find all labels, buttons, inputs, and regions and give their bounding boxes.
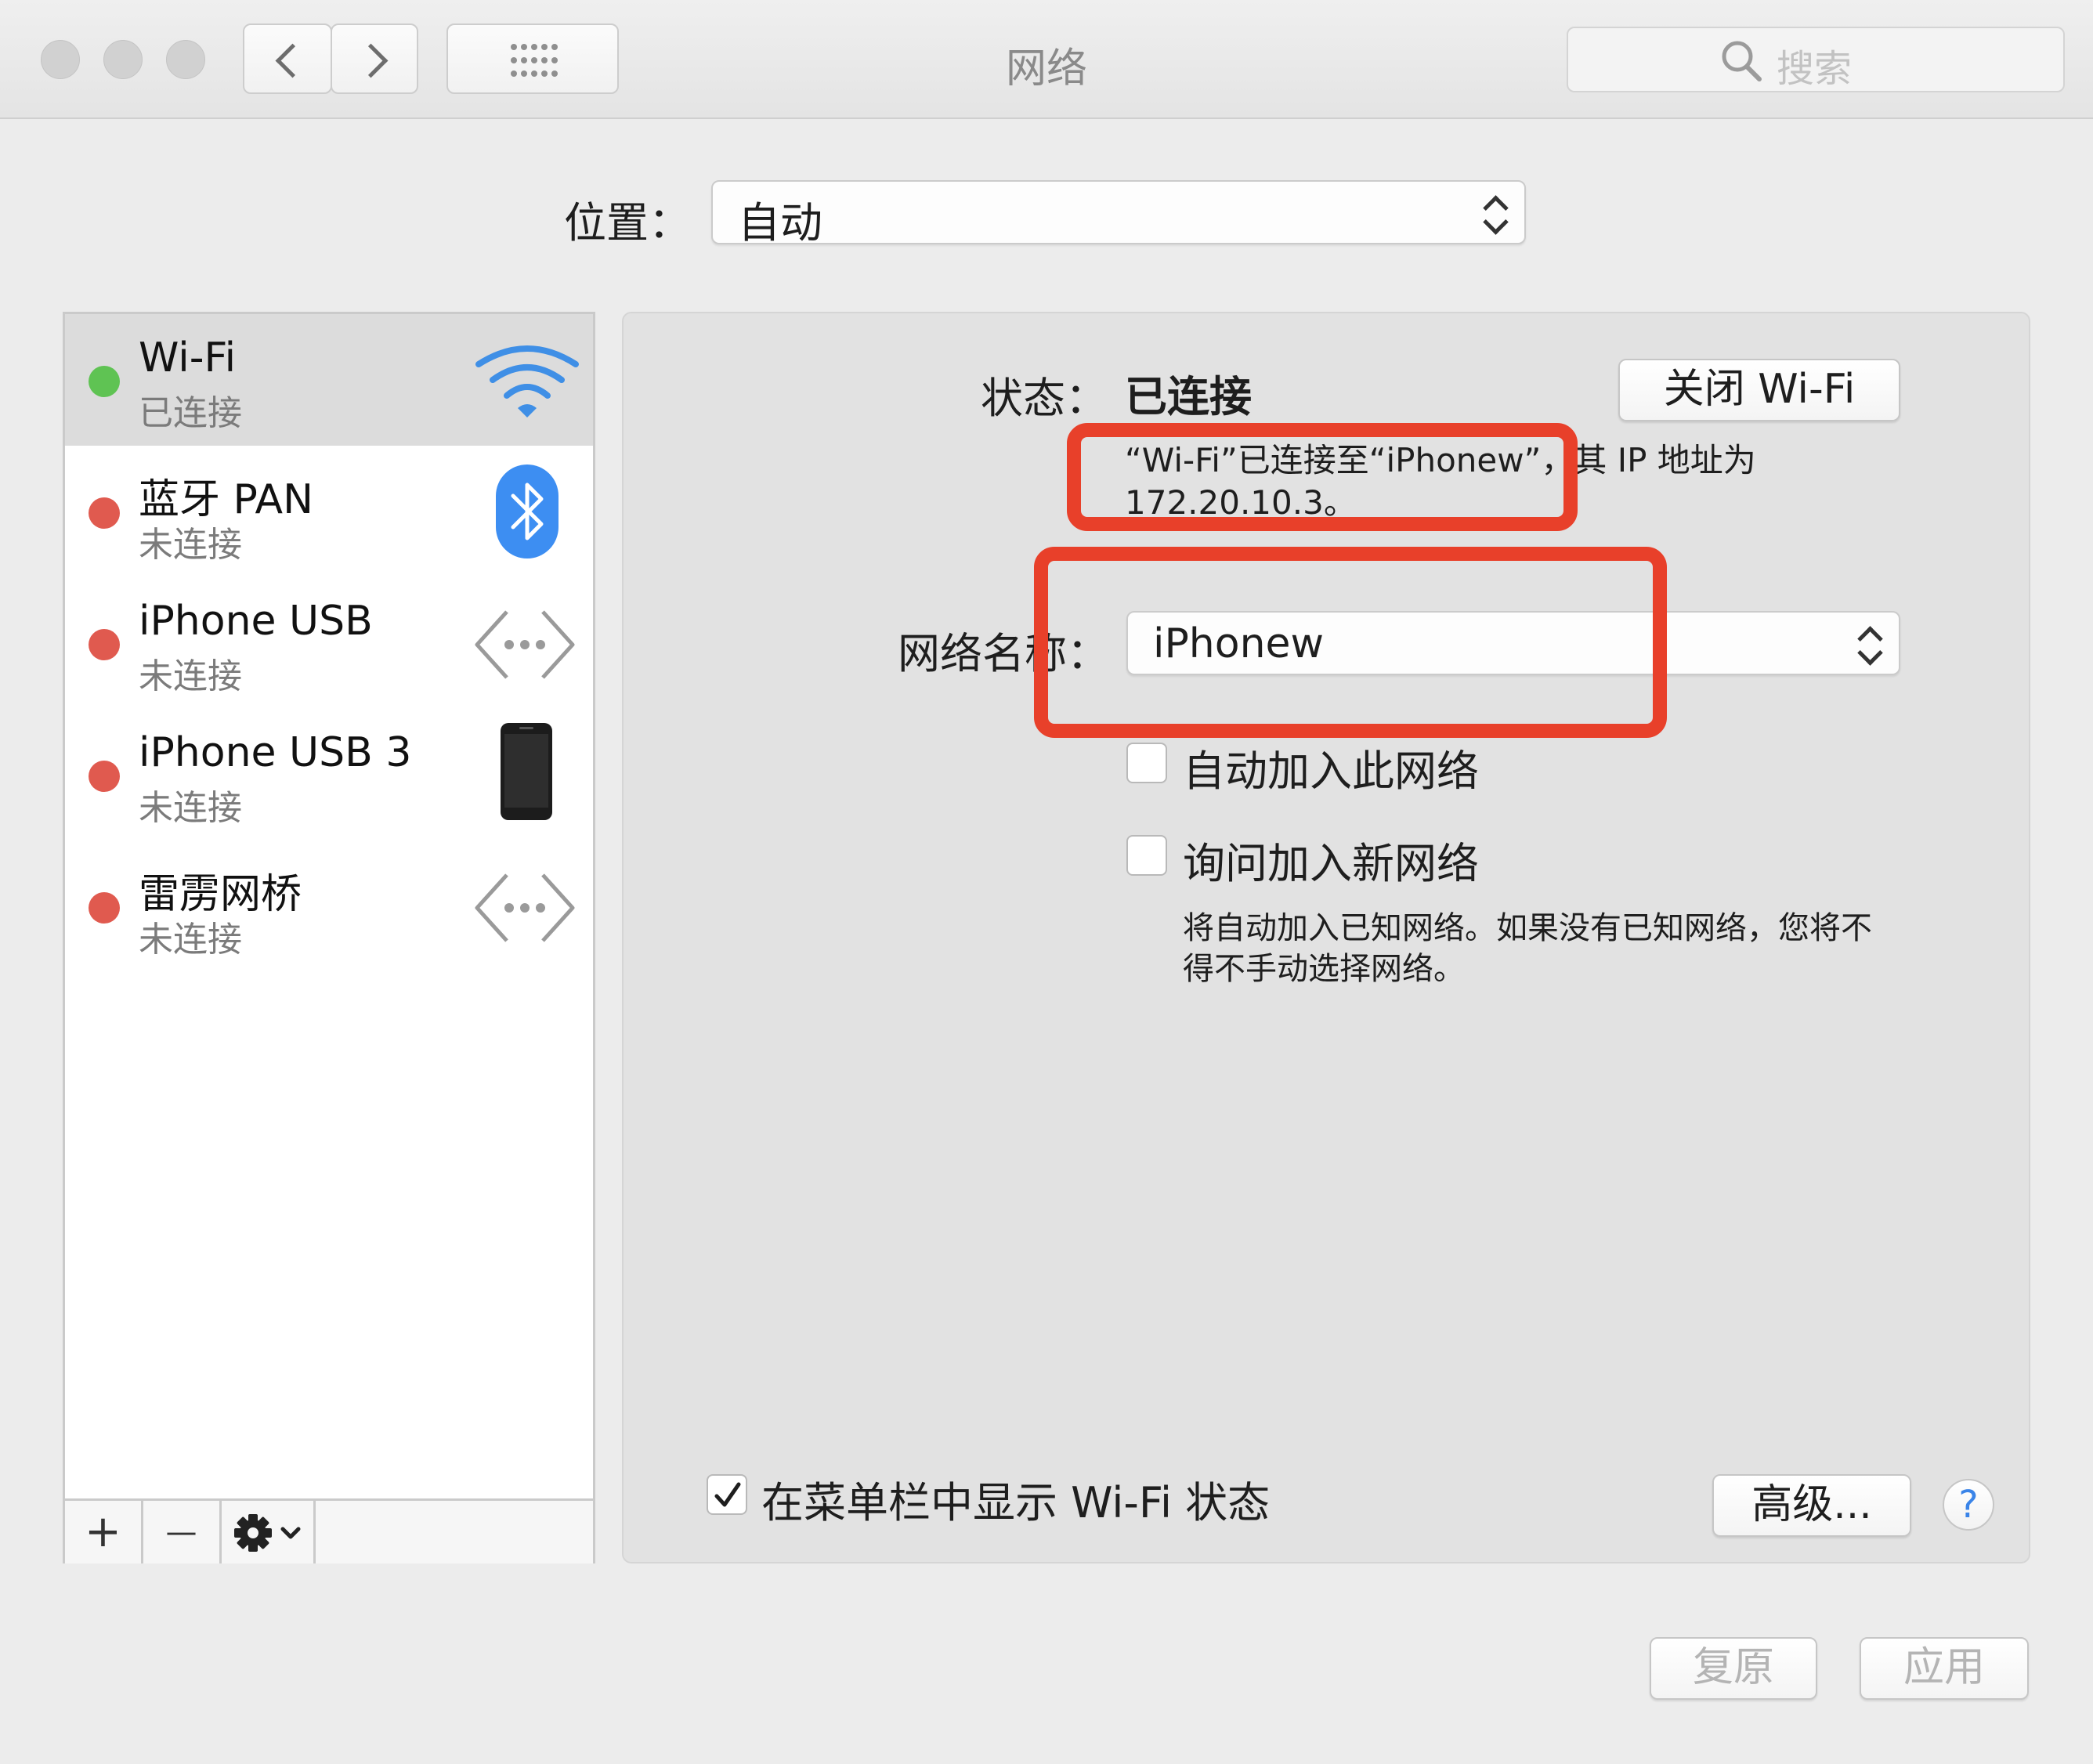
- advanced-button[interactable]: 高级...: [1712, 1474, 1911, 1537]
- service-item-iphone-usb-3[interactable]: iPhone USB 3 未连接: [65, 709, 593, 840]
- status-dot: [89, 366, 120, 397]
- action-menu-button[interactable]: [222, 1501, 316, 1563]
- service-item-iphone-usb[interactable]: iPhone USB 未连接: [65, 577, 593, 709]
- turn-off-wifi-button[interactable]: 关闭 Wi-Fi: [1618, 359, 1900, 421]
- search-icon: [1722, 41, 1762, 81]
- ask-join-help-line1: 将自动加入已知网络。如果没有已知网络，您将不: [1183, 910, 1872, 946]
- iphone-icon: [501, 723, 552, 820]
- location-select[interactable]: 自动: [711, 180, 1526, 248]
- service-status: 未连接: [139, 525, 242, 565]
- gear-icon: [234, 1514, 301, 1552]
- auto-join-label: 自动加入此网络: [1183, 746, 1479, 796]
- service-status: 未连接: [139, 656, 242, 696]
- service-list: Wi-Fi 已连接 蓝牙 PAN 未连接 iPhone USB 未连接 iPho…: [63, 312, 595, 1563]
- service-status: 未连接: [139, 788, 242, 828]
- annotation-highlight-box: [1067, 423, 1578, 531]
- location-label: 位置：: [564, 198, 691, 248]
- ask-join-label: 询问加入新网络: [1183, 839, 1479, 888]
- location-value: 自动: [738, 198, 822, 248]
- service-status: 已连接: [139, 393, 242, 433]
- ethernet-arrows-icon: [475, 610, 575, 679]
- add-service-button[interactable]: +: [65, 1501, 143, 1563]
- service-item-thunderbolt-bridge[interactable]: 雷雳网桥 未连接: [65, 840, 593, 972]
- wifi-icon: [475, 345, 579, 418]
- service-item-bluetooth-pan[interactable]: 蓝牙 PAN 未连接: [65, 446, 593, 577]
- search-placeholder: 搜索: [1777, 47, 1853, 91]
- service-item-wifi[interactable]: Wi-Fi 已连接: [65, 314, 593, 446]
- stepper-down-icon: [1483, 209, 1509, 235]
- status-value: 已连接: [1125, 372, 1252, 421]
- ask-join-checkbox[interactable]: [1126, 835, 1167, 876]
- show-in-menubar-checkbox[interactable]: [707, 1474, 747, 1515]
- status-dot: [89, 892, 120, 924]
- auto-join-checkbox[interactable]: [1126, 743, 1167, 783]
- service-name: Wi-Fi: [139, 334, 237, 381]
- help-button[interactable]: ?: [1943, 1479, 1994, 1531]
- stepper-down-icon: [1857, 640, 1883, 666]
- show-in-menubar-label: 在菜单栏中显示 Wi-Fi 状态: [761, 1478, 1271, 1527]
- checkmark-icon: [714, 1482, 741, 1507]
- title-bar: 网络 搜索: [0, 0, 2093, 119]
- service-list-toolbar: + —: [65, 1498, 593, 1563]
- annotation-highlight-box: [1034, 547, 1667, 738]
- apply-button[interactable]: 应用: [1860, 1637, 2029, 1700]
- revert-button[interactable]: 复原: [1650, 1637, 1817, 1700]
- ethernet-arrows-icon: [475, 873, 575, 942]
- bluetooth-icon: [496, 464, 558, 558]
- status-dot: [89, 497, 120, 529]
- service-status: 未连接: [139, 920, 242, 960]
- ask-join-help-line2: 得不手动选择网络。: [1183, 951, 1465, 987]
- service-name: iPhone USB 3: [139, 729, 412, 776]
- service-name: iPhone USB: [139, 598, 373, 645]
- remove-service-button[interactable]: —: [143, 1501, 222, 1563]
- status-dot: [89, 761, 120, 792]
- status-dot: [89, 629, 120, 660]
- status-label: 状态：: [981, 374, 1108, 423]
